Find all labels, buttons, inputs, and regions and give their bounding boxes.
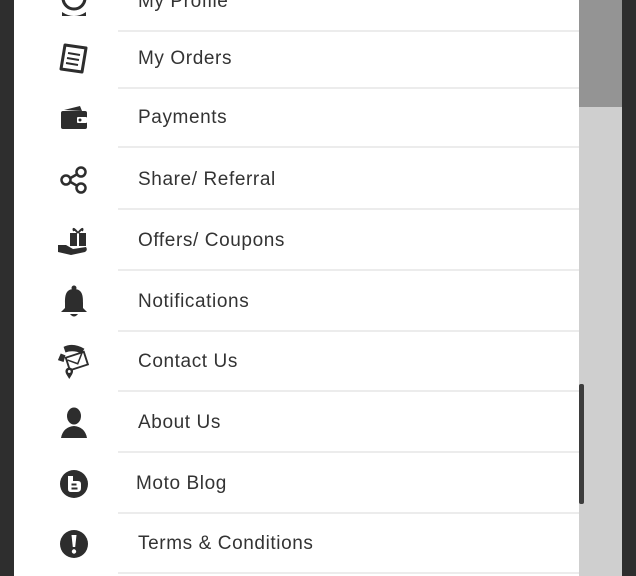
menu-item-offers-coupons[interactable]: Offers/ Coupons bbox=[14, 211, 579, 271]
divider bbox=[118, 451, 579, 453]
menu-item-contact-us[interactable]: Contact Us bbox=[14, 332, 579, 392]
menu-item-label: My Orders bbox=[138, 48, 233, 69]
divider bbox=[118, 390, 579, 392]
menu-item-notifications[interactable]: Notifications bbox=[14, 272, 579, 332]
gift-icon bbox=[56, 225, 92, 257]
menu-item-my-orders[interactable]: My Orders bbox=[14, 29, 579, 89]
menu-item-label: Share/ Referral bbox=[138, 169, 276, 190]
orders-icon bbox=[56, 43, 92, 75]
menu-item-label: Moto Blog bbox=[136, 473, 227, 494]
scrollbar-thumb[interactable] bbox=[579, 384, 584, 504]
menu-item-moto-blog[interactable]: Moto Blog bbox=[14, 454, 579, 514]
divider bbox=[118, 269, 579, 271]
divider bbox=[118, 146, 579, 148]
menu-item-label: Offers/ Coupons bbox=[138, 230, 286, 251]
menu-item-label: Terms & Conditions bbox=[138, 533, 314, 554]
exclamation-icon bbox=[56, 528, 92, 560]
menu-item-terms-conditions[interactable]: Terms & Conditions bbox=[14, 514, 579, 574]
menu-item-share-referral[interactable]: Share/ Referral bbox=[14, 150, 579, 210]
backdrop-overlay-top[interactable] bbox=[579, 0, 622, 107]
menu-item-about-us[interactable]: About Us bbox=[14, 393, 579, 453]
share-icon bbox=[56, 164, 92, 196]
menu-item-payments[interactable]: Payments bbox=[14, 88, 579, 148]
menu-item-label: My Profile bbox=[138, 0, 229, 12]
phone-envelope-icon bbox=[56, 344, 92, 380]
person-icon bbox=[56, 407, 92, 439]
menu-item-label: About Us bbox=[138, 412, 221, 433]
wallet-icon bbox=[56, 102, 92, 134]
divider bbox=[118, 208, 579, 210]
menu-item-label: Payments bbox=[138, 107, 228, 128]
divider bbox=[118, 572, 579, 574]
blogger-icon bbox=[56, 468, 92, 500]
profile-icon bbox=[56, 0, 92, 18]
navigation-drawer: My Profile My Orders Payments Share/ Ref… bbox=[14, 0, 579, 576]
menu-item-my-profile[interactable]: My Profile bbox=[14, 0, 579, 32]
menu-item-label: Contact Us bbox=[138, 351, 238, 372]
bell-icon bbox=[56, 285, 92, 318]
backdrop-overlay-bottom[interactable] bbox=[579, 107, 622, 576]
menu-item-label: Notifications bbox=[138, 291, 250, 312]
